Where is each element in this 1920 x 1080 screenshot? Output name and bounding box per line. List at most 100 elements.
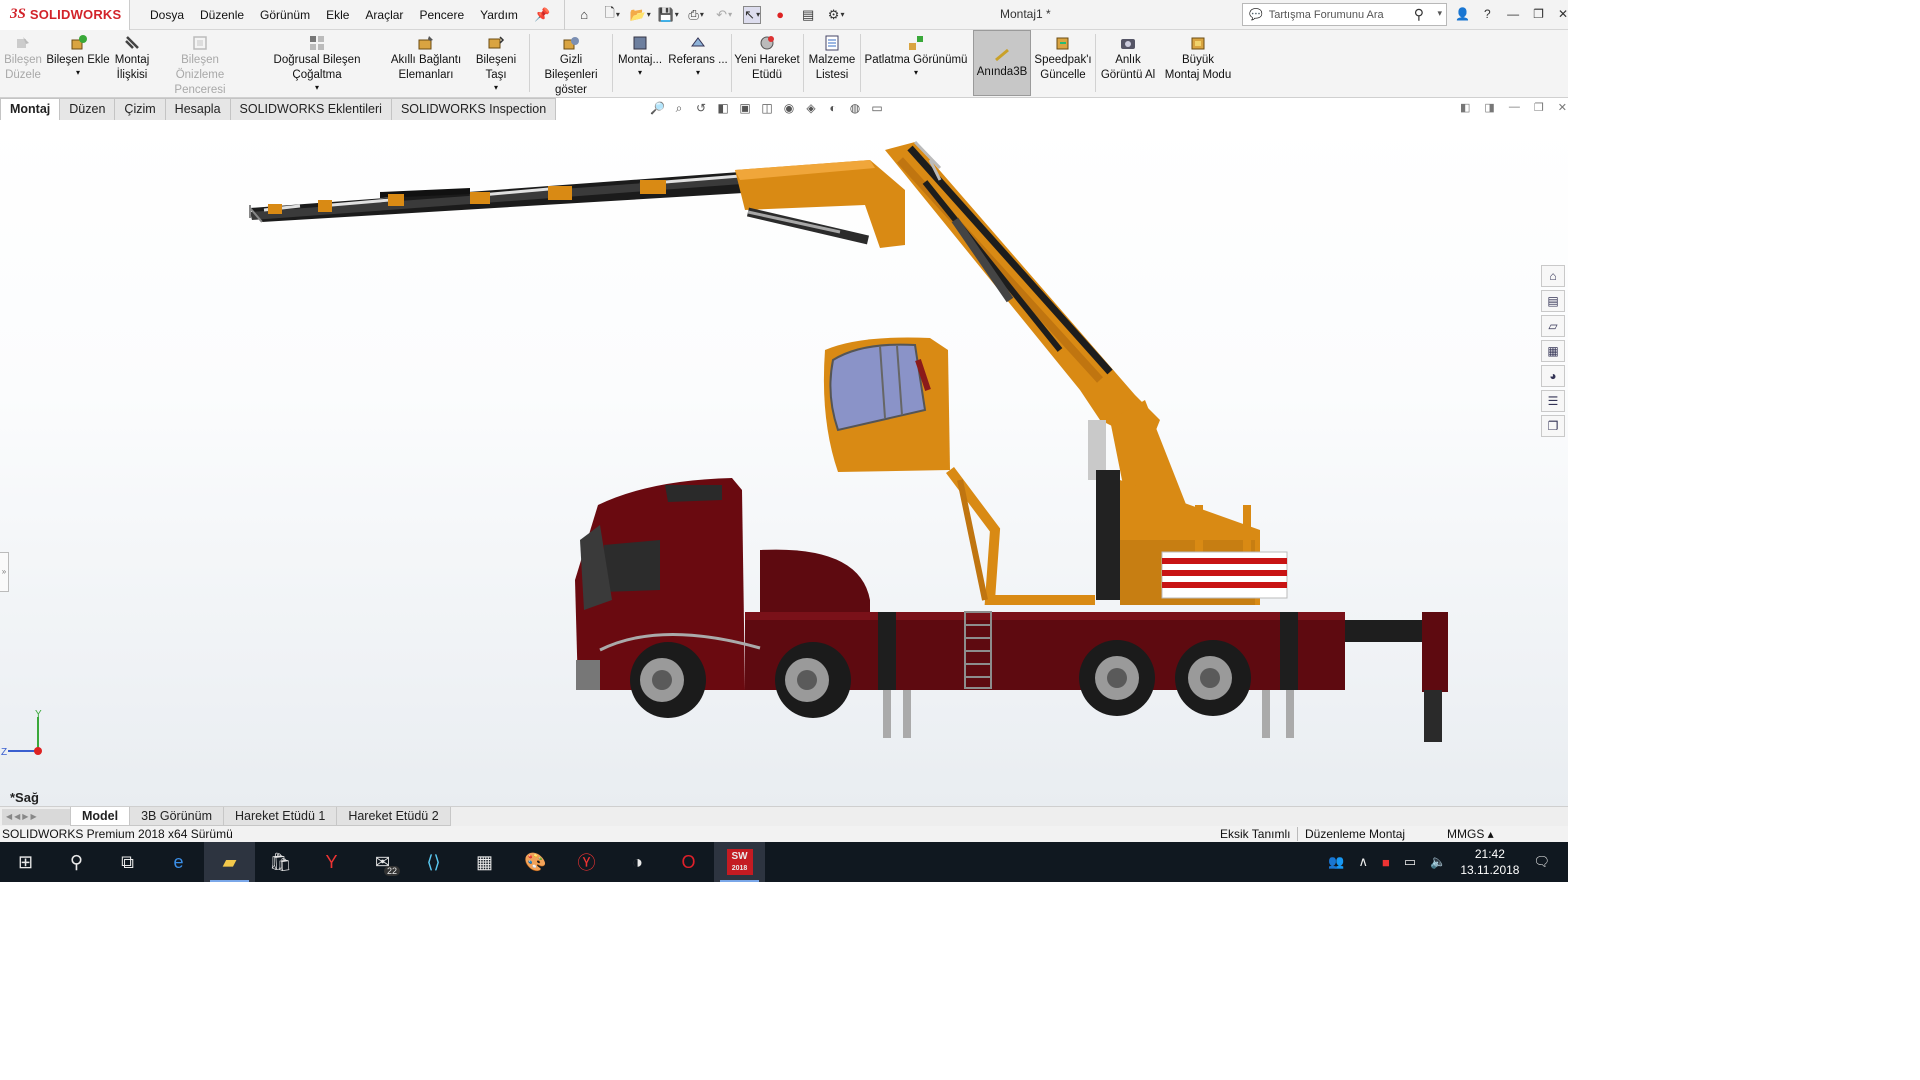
new-motion-study-button[interactable]: Yeni Hareket Etüdü — [734, 34, 800, 83]
yandex-browser-icon[interactable]: Ⓨ — [561, 842, 612, 882]
forum-icon[interactable]: ❐ — [1541, 415, 1565, 437]
taskbar-search-icon[interactable]: ⚲ — [51, 842, 102, 882]
exploded-view-button[interactable]: Patlatma Görünümü ▾ — [862, 34, 970, 77]
solidworks-taskbar-icon[interactable]: SW 2018 — [714, 842, 765, 882]
solidworks-logo[interactable]: 3S SOLIDWORKS — [0, 0, 130, 30]
viewport-tile-icon[interactable]: ◧ — [1460, 101, 1470, 114]
search-icon[interactable]: ⚲ — [1414, 6, 1424, 23]
tab-inspection[interactable]: SOLIDWORKS Inspection — [390, 98, 557, 120]
new-document-icon[interactable]: 🗋 — [603, 5, 621, 24]
print-icon[interactable]: ⎙ — [687, 6, 705, 24]
chevron-down-icon[interactable]: ▾ — [494, 84, 498, 92]
zoom-to-fit-icon[interactable]: 🔎 — [650, 101, 665, 116]
menu-tools[interactable]: Araçlar — [357, 0, 411, 30]
viewport-close-icon[interactable]: ✕ — [1558, 101, 1567, 114]
large-assembly-mode-button[interactable]: Büyük Montaj Modu — [1162, 34, 1234, 83]
edit-appearance-icon[interactable]: ◐ — [826, 101, 840, 116]
boom-extension[interactable] — [249, 172, 760, 223]
tab-assembly[interactable]: Montaj — [0, 98, 61, 120]
task-view-icon[interactable]: ⧉ — [102, 842, 153, 882]
menu-insert[interactable]: Ekle — [318, 0, 357, 30]
tab-evaluate[interactable]: Hesapla — [164, 98, 231, 120]
linear-pattern-button[interactable]: Doğrusal Bileşen Çoğaltma ▾ — [248, 34, 386, 92]
chevron-down-icon[interactable]: ▾ — [696, 69, 700, 77]
options-gear-icon[interactable]: ⚙ — [827, 6, 845, 24]
show-hidden-components-button[interactable]: Gizli Bileşenleri göster — [533, 34, 609, 98]
tab-addins[interactable]: SOLIDWORKS Eklentileri — [229, 98, 392, 120]
notifications-icon[interactable]: 🗨 — [1533, 854, 1550, 870]
home-icon[interactable]: ⌂ — [575, 6, 593, 24]
search-input[interactable]: Tartışma Forumunu Ara — [1269, 9, 1384, 21]
open-folder-icon[interactable]: 📂 — [630, 6, 649, 24]
tab-layout[interactable]: Düzen — [59, 98, 116, 120]
chevron-down-icon[interactable]: ▾ — [315, 84, 319, 92]
opera-icon[interactable]: O — [663, 842, 714, 882]
file-explorer-icon[interactable]: ▱ — [1541, 315, 1565, 337]
take-snapshot-button[interactable]: Anlık Görüntü Al — [1098, 34, 1158, 83]
chevron-down-icon[interactable]: ▾ — [76, 69, 80, 77]
tab-model[interactable]: Model — [70, 807, 131, 826]
tab-scroll-arrows[interactable]: ◀◀▶▶ — [2, 808, 70, 825]
tab-3d-view[interactable]: 3B Görünüm — [129, 807, 224, 826]
windows-start-icon[interactable]: ⊞ — [0, 842, 51, 882]
viewport-restore-icon[interactable]: ❐ — [1534, 101, 1544, 114]
chevron-down-icon[interactable]: ▾ — [638, 69, 642, 77]
previous-view-icon[interactable]: ↺ — [694, 101, 708, 116]
menu-file[interactable]: Dosya — [142, 0, 192, 30]
tab-motion-study-1[interactable]: Hareket Etüdü 1 — [222, 807, 338, 826]
code-editor-icon[interactable]: ⟨⟩ — [408, 842, 459, 882]
select-pointer-icon[interactable]: ↖ — [743, 5, 762, 24]
knuckle-joint[interactable] — [735, 160, 905, 248]
search-dropdown-icon[interactable]: ▾ — [1437, 8, 1442, 19]
viewport-split-icon[interactable]: ◨ — [1484, 101, 1494, 114]
graphics-area[interactable]: ⌂ ▤ ▱ ▦ ◕ ☰ ❐ » — [0, 120, 1568, 806]
component-preview-button[interactable]: Bileşen Önizleme Penceresi — [156, 34, 244, 98]
update-speedpak-button[interactable]: Speedpak'ı Güncelle — [1034, 34, 1092, 83]
file-explorer-taskbar-icon[interactable]: ▰ — [204, 842, 255, 882]
antivirus-icon[interactable]: ■ — [1382, 855, 1390, 870]
edge-browser-icon[interactable]: e — [153, 842, 204, 882]
section-view-icon[interactable]: ◧ — [716, 101, 730, 116]
feature-tree-flyout[interactable]: » — [0, 552, 9, 592]
insert-component-button[interactable]: Bileşen Ekle ▾ — [46, 34, 110, 77]
instant3d-button[interactable]: Anında3B — [973, 30, 1031, 96]
pin-menu-icon[interactable]: 📌 — [534, 7, 550, 23]
reference-geometry-button[interactable]: Referans ... ▾ — [668, 34, 728, 77]
volume-icon[interactable]: 🔈 — [1430, 854, 1446, 870]
store-icon[interactable]: 🛍 — [255, 842, 306, 882]
search-box[interactable]: 💬 Tartışma Forumunu Ara ⚲ ▾ — [1242, 3, 1447, 26]
menu-help[interactable]: Yardım — [472, 0, 526, 30]
traffic-light-icon[interactable]: ● — [771, 6, 789, 24]
design-library-icon[interactable]: ▤ — [1541, 290, 1565, 312]
view-orientation-icon[interactable]: ◫ — [760, 101, 774, 116]
tab-motion-study-2[interactable]: Hareket Etüdü 2 — [336, 807, 451, 826]
menu-window[interactable]: Pencere — [411, 0, 472, 30]
viewport-minimize-icon[interactable]: — — [1509, 101, 1520, 114]
zoom-to-area-icon[interactable]: ⌕ — [672, 101, 686, 116]
people-icon[interactable]: 👥 — [1328, 854, 1344, 870]
undo-icon[interactable]: ↶ — [715, 6, 733, 24]
tab-sketch[interactable]: Çizim — [114, 98, 166, 120]
view-settings-icon[interactable]: ▭ — [870, 101, 884, 116]
menu-edit[interactable]: Düzenle — [192, 0, 252, 30]
bill-of-materials-button[interactable]: Malzeme Listesi — [806, 34, 858, 83]
file-properties-icon[interactable]: ▤ — [799, 6, 817, 24]
yandex-icon[interactable]: Y — [306, 842, 357, 882]
crane-truck-model[interactable] — [0, 120, 1568, 806]
battery-icon[interactable]: ▭ — [1404, 854, 1416, 870]
show-hidden-icons-icon[interactable]: ∧ — [1358, 854, 1368, 870]
apply-scene-icon[interactable]: ◍ — [848, 101, 862, 116]
assembly-features-button[interactable]: Montaj... ▾ — [616, 34, 664, 77]
save-icon[interactable]: 💾 — [658, 6, 677, 24]
crane-column[interactable] — [1120, 480, 1288, 605]
mail-icon[interactable]: ✉ 22 — [357, 842, 408, 882]
display-style-icon[interactable]: ◉ — [782, 101, 796, 116]
dynamic-annotation-icon[interactable]: ▣ — [738, 101, 752, 116]
menu-view[interactable]: Görünüm — [252, 0, 318, 30]
solidworks-resources-icon[interactable]: ⌂ — [1541, 265, 1565, 287]
hide-show-items-icon[interactable]: ◈ — [804, 101, 818, 116]
smart-fasteners-button[interactable]: Akıllı Bağlantı Elemanları — [390, 34, 462, 83]
media-icon[interactable]: ◑ — [612, 842, 663, 882]
appearances-icon[interactable]: ◕ — [1541, 365, 1565, 387]
mate-button[interactable]: Montaj İlişkisi — [112, 34, 152, 83]
